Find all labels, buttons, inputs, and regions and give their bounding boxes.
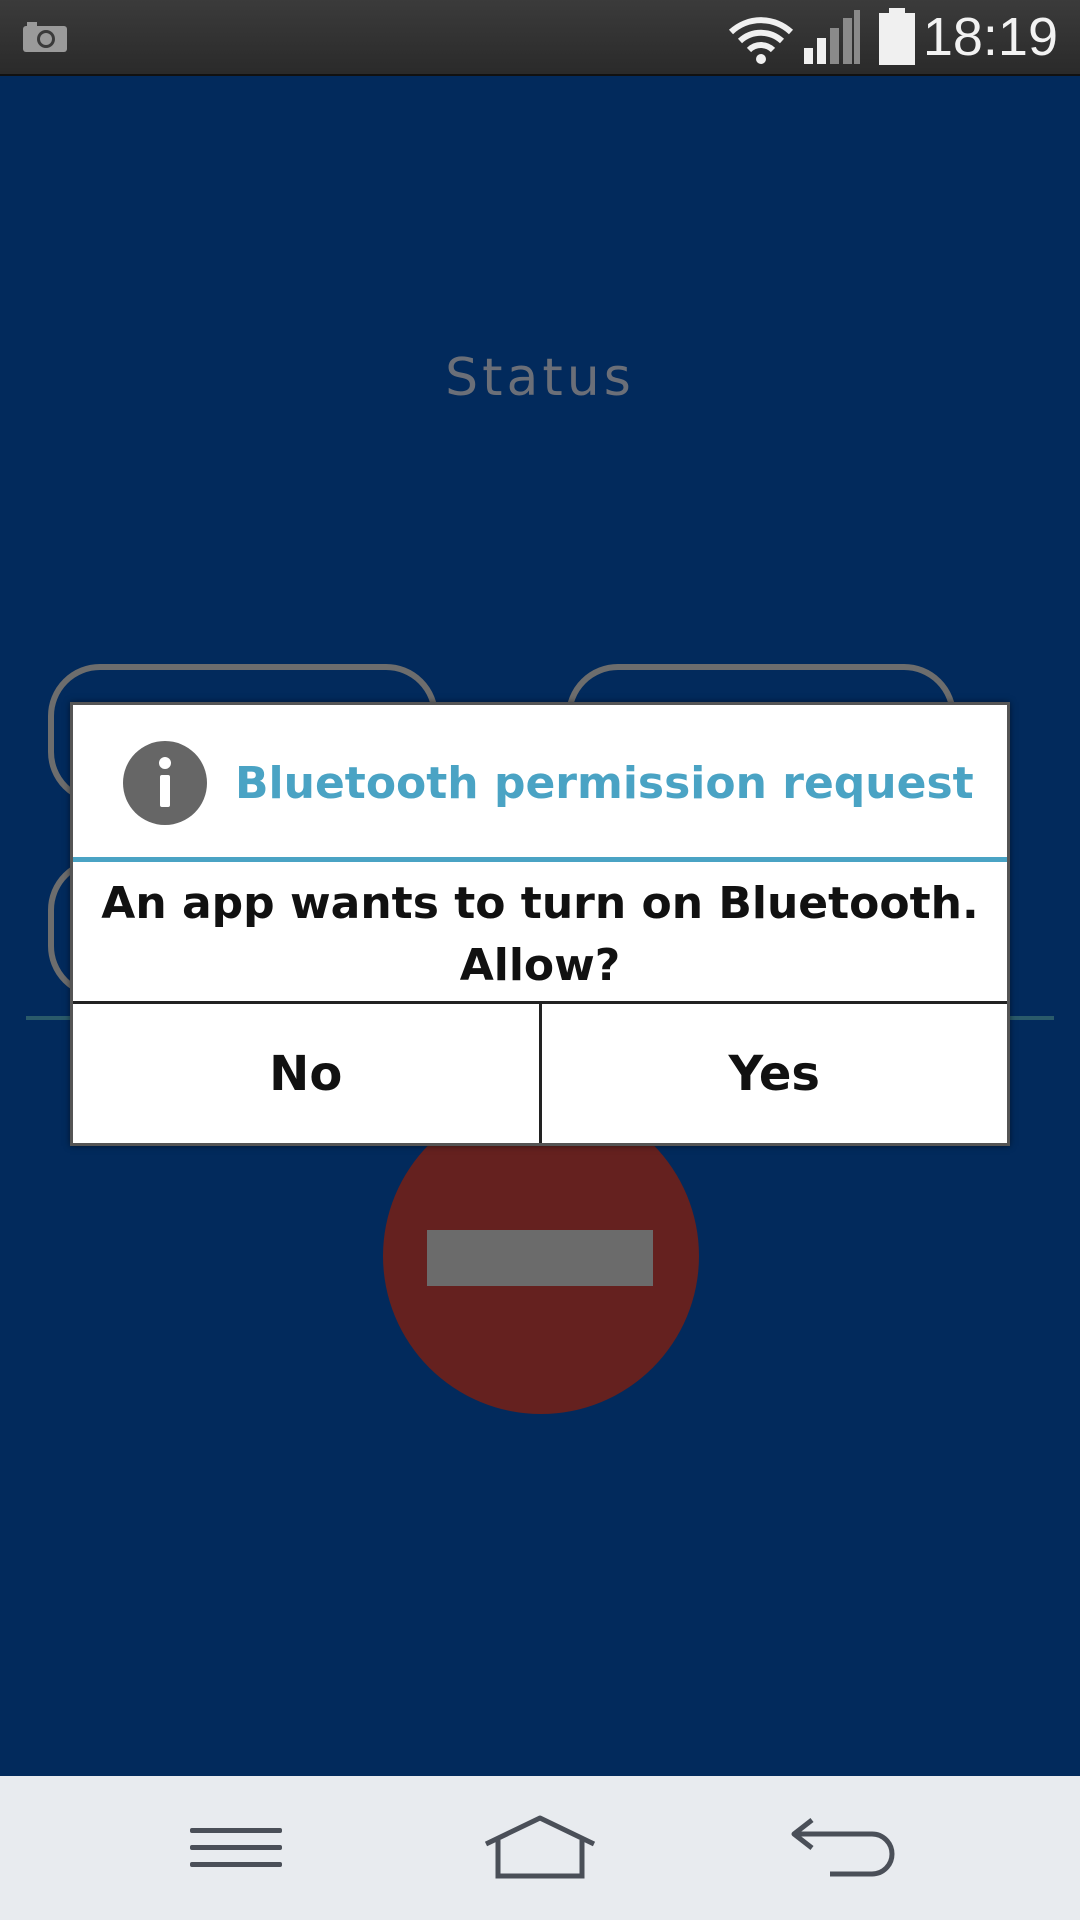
dialog-buttons: No Yes bbox=[73, 1001, 1007, 1143]
navigation-bar bbox=[0, 1776, 1080, 1920]
camera-icon bbox=[23, 22, 67, 52]
status-bar: 18:19 bbox=[0, 0, 1080, 76]
stop-icon bbox=[427, 1230, 653, 1286]
dialog-title: Bluetooth permission request bbox=[235, 758, 974, 809]
info-icon bbox=[123, 741, 207, 825]
no-button[interactable]: No bbox=[73, 1004, 539, 1143]
yes-button[interactable]: Yes bbox=[538, 1004, 1007, 1143]
battery-icon bbox=[879, 8, 915, 65]
signal-icon bbox=[804, 10, 860, 64]
bluetooth-permission-dialog: Bluetooth permission request An app want… bbox=[70, 702, 1010, 1146]
back-icon[interactable] bbox=[790, 1814, 898, 1878]
wifi-icon bbox=[728, 17, 794, 64]
dialog-header: Bluetooth permission request bbox=[73, 705, 1007, 861]
dialog-title-divider bbox=[73, 857, 1007, 862]
screen: 18:19 Status Bluetooth permission reques… bbox=[0, 0, 1080, 1920]
menu-icon[interactable] bbox=[188, 1824, 284, 1872]
status-label: Status bbox=[445, 348, 635, 408]
clock: 18:19 bbox=[922, 7, 1058, 67]
home-icon[interactable] bbox=[480, 1814, 600, 1880]
dialog-message: An app wants to turn on Bluetooth. Allow… bbox=[101, 878, 979, 991]
